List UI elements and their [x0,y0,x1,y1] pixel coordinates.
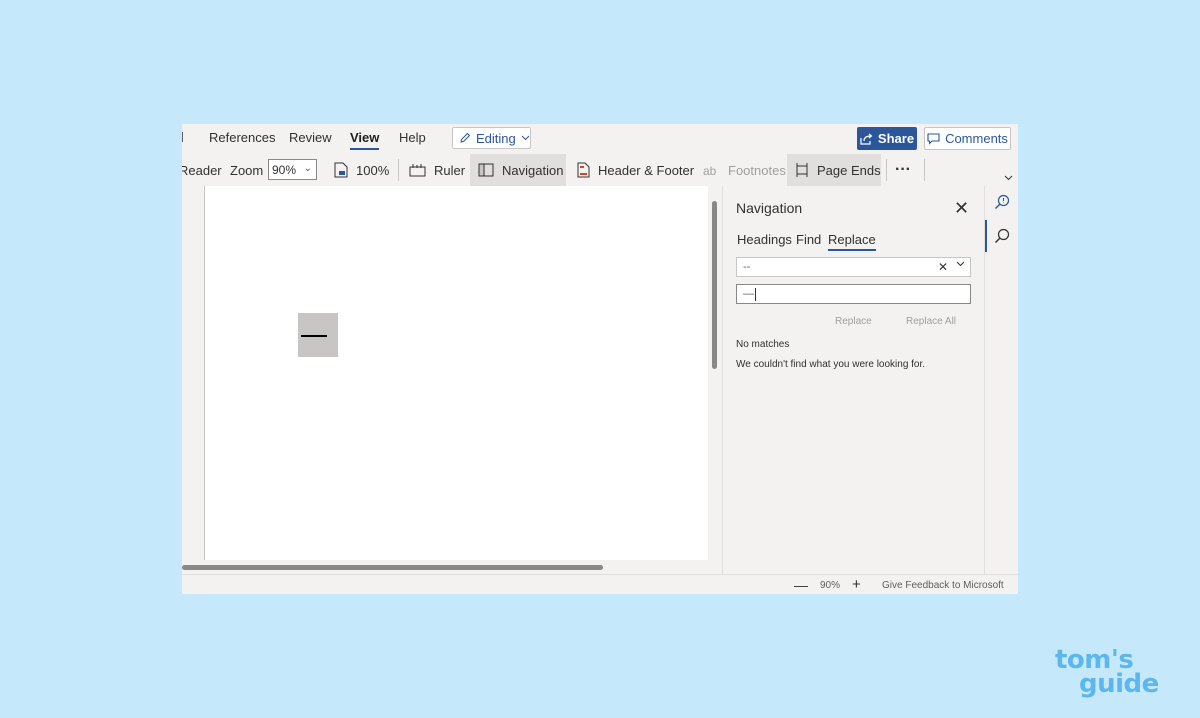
immersive-reader-button[interactable]: Reader [182,154,222,186]
toolbar-divider [886,159,887,181]
zoom-select[interactable]: 90% ⌄ [268,159,317,180]
footnotes-button[interactable]: ab Footnotes [703,154,786,186]
reader-label: Reader [182,162,222,178]
share-icon [860,133,873,145]
navigation-pane-title: Navigation [736,200,803,216]
footnotes-label: Footnotes [728,162,786,178]
text-caret [755,287,756,301]
search-icon [995,228,1010,243]
comments-button[interactable]: Comments [924,127,1011,150]
nav-tab-headings[interactable]: Headings [737,232,792,247]
zoom-100-label: 100% [356,162,390,178]
tab-references[interactable]: References [209,130,275,145]
status-bar: — 90% + Give Feedback to Microsoft [182,574,1018,594]
svg-text:ab: ab [703,164,717,177]
more-icon: ··· [895,161,911,178]
editing-mode-button[interactable]: Editing [452,127,531,149]
zoom-100-button[interactable]: 100% [334,154,389,186]
insights-icon [995,194,1010,209]
zoom-in-button[interactable]: + [852,576,861,593]
zoom-out-button[interactable]: — [794,577,808,593]
clear-icon[interactable]: ✕ [938,260,948,274]
navigation-toggle[interactable]: Navigation [470,154,566,186]
pencil-icon [460,132,471,143]
horizontal-scrollbar[interactable] [182,565,603,570]
replace-input[interactable]: — [736,284,971,304]
tab-review[interactable]: Review [289,130,332,145]
find-value: -- [743,261,751,273]
nav-tab-find[interactable]: Find [796,232,821,247]
collapse-ribbon-icon[interactable] [1004,175,1013,181]
navigation-pane-icon [478,163,494,177]
ruler-label: Ruler [434,162,466,178]
tab-view[interactable]: View [350,130,380,150]
feedback-link[interactable]: Give Feedback to Microsoft [882,580,1004,591]
ruler-toggle[interactable]: Ruler [409,154,465,186]
tab-help[interactable]: Help [399,130,426,145]
cropped-tab-edge [182,132,183,142]
document-page[interactable] [204,186,708,560]
logo-line-2: guide [1079,669,1159,699]
page-ends-label: Page Ends [817,162,881,178]
replace-all-button[interactable]: Replace All [906,316,956,327]
ribbon-tabs: References Review View Help Editing Shar… [182,124,1018,154]
status-zoom-value[interactable]: 90% [820,580,840,591]
no-matches-message: We couldn't find what you were looking f… [736,359,926,370]
replace-button[interactable]: Replace [835,316,872,327]
share-label: Share [877,131,915,146]
header-footer-button[interactable]: Header & Footer [577,154,694,186]
header-footer-icon [577,162,590,178]
close-icon[interactable]: ✕ [954,198,969,219]
chevron-down-icon [521,135,530,141]
zoom-label: Zoom [230,162,264,178]
no-matches-label: No matches [736,339,790,350]
navigation-label: Navigation [502,162,564,178]
toolbar-divider [924,159,925,181]
ruler-icon [409,164,426,177]
word-window: References Review View Help Editing Shar… [182,124,1018,594]
zoom-value: 90% [272,162,297,177]
header-footer-label: Header & Footer [598,162,695,178]
vertical-scrollbar[interactable] [712,201,717,369]
chevron-down-icon: ⌄ [303,163,312,174]
search-insights-button[interactable] [990,190,1014,214]
comments-label: Comments [945,131,1008,146]
replace-value: — [743,288,754,300]
view-toolbar: Reader Zoom 90% ⌄ 100% Ruler Navigation … [182,154,1018,186]
navigation-pane: Navigation ✕ Headings Find Replace -- ✕ … [723,186,984,574]
footnote-icon: ab [703,164,717,177]
side-rail [984,186,1018,574]
chevron-down-icon[interactable] [956,261,965,267]
active-indicator [985,220,987,252]
comment-icon [927,132,940,145]
more-options-button[interactable]: ··· [895,154,911,186]
zoom-label-container: Zoom [230,154,263,186]
find-input[interactable]: -- ✕ [736,257,971,277]
toms-guide-logo: tom's guide [1055,647,1180,703]
page-ends-toggle[interactable]: Page Ends [787,154,881,186]
toolbar-divider [398,159,399,181]
nav-tab-replace[interactable]: Replace [828,232,876,251]
search-button[interactable] [990,224,1014,248]
selected-em-dash[interactable] [298,313,338,357]
page-zoom-icon [334,162,348,178]
share-button[interactable]: Share [857,127,917,150]
page-ends-icon [796,163,808,177]
editing-label: Editing [476,130,516,146]
